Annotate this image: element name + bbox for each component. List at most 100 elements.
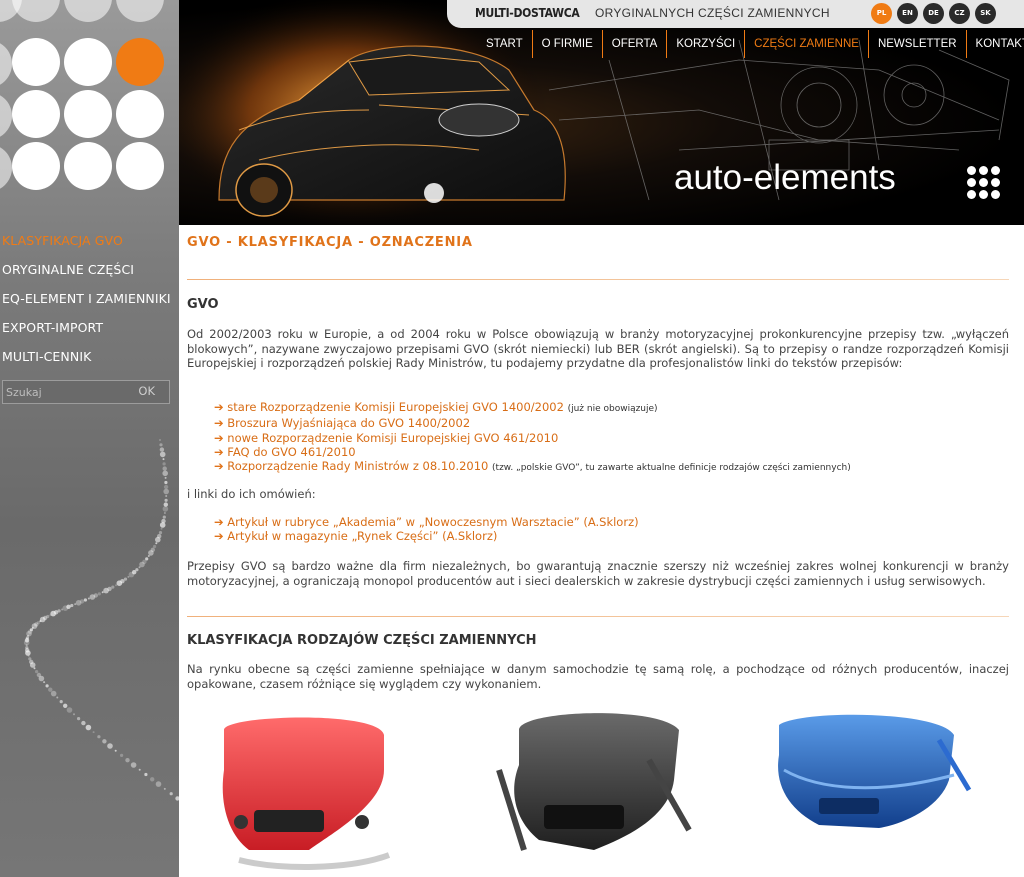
decor-dot: [162, 458, 165, 461]
decor-dot: [114, 749, 117, 752]
decor-dot: [150, 777, 155, 782]
lang-cz-button[interactable]: CZ: [949, 3, 970, 24]
decor-dot: [92, 731, 95, 734]
decor-dot: [162, 515, 166, 519]
decor-dot: [155, 781, 162, 787]
list-item: ➔ nowe Rozporządzenie Komisji Europejski…: [214, 430, 559, 445]
decor-dot: [25, 644, 28, 647]
decor-dot: [39, 620, 42, 623]
link-gvo-461-2010[interactable]: nowe Rozporządzenie Komisji Europejskiej…: [227, 431, 558, 445]
decor-dot: [87, 597, 90, 600]
brand-name: MULTI-DOSTAWCA: [475, 6, 580, 20]
menu-kontakt[interactable]: KONTAKT: [965, 30, 1024, 58]
decor-dot: [103, 587, 109, 594]
decor-dot: [56, 696, 59, 699]
decor-dot: [162, 506, 169, 512]
decor-dot: [48, 687, 53, 692]
brand-tagline: ORYGINALNYCH CZĘŚCI ZAMIENNYCH: [595, 6, 830, 20]
menu-start[interactable]: START: [477, 30, 532, 58]
list-item: ➔ FAQ do GVO 461/2010: [214, 444, 356, 459]
menu-korzysci[interactable]: KORZYŚCI: [666, 30, 744, 58]
link-rozporzadzenie-rady[interactable]: Rozporządzenie Rady Ministrów z 08.10.20…: [227, 459, 488, 473]
decor-dot: [164, 476, 167, 479]
decor-dot: [123, 577, 128, 581]
decor-dot: [50, 690, 57, 697]
decor-dot: [159, 522, 166, 528]
decor-dot: [120, 753, 124, 757]
decor-dot: [27, 654, 30, 657]
divider: [187, 279, 1009, 280]
decor-dot: [163, 787, 166, 790]
menu-o-firmie[interactable]: O FIRMIE: [531, 30, 602, 58]
decor-dot: [77, 717, 81, 721]
link-note: (tzw. „polskie GVO”, tu zawarte aktualne…: [492, 463, 851, 474]
decor-dot: [38, 675, 45, 682]
divider: [187, 616, 1009, 617]
decor-dot: [130, 762, 137, 768]
sidebar: KLASYFIKACJA GVO ORYGINALNE CZĘŚCI EQ-EL…: [0, 0, 179, 877]
decor-dot: [89, 594, 96, 600]
decor-dot: [162, 462, 166, 466]
decor-dot: [159, 451, 166, 458]
red-bumper-image: [222, 717, 391, 870]
sidebar-item-export-import[interactable]: EXPORT-IMPORT: [0, 313, 179, 342]
regulation-links: ➔ stare Rozporządzenie Komisji Europejsk…: [214, 400, 851, 475]
decor-dot: [147, 555, 150, 557]
decor-dot: [29, 662, 36, 668]
decor-dot: [101, 591, 104, 594]
decor-dot: [165, 495, 168, 497]
sidebar-item-eq-element[interactable]: EQ-ELEMENT I ZAMIENNIKI: [0, 284, 179, 313]
gvo-importance-paragraph: Przepisy GVO są bardzo ważne dla firm ni…: [187, 559, 1009, 588]
link-faq-gvo[interactable]: FAQ do GVO 461/2010: [227, 445, 355, 459]
link-gvo-1400-2002[interactable]: stare Rozporządzenie Komisji Europejskie…: [227, 400, 564, 414]
decor-dot: [97, 592, 101, 596]
gvo-intro-paragraph: Od 2002/2003 roku w Europie, a od 2004 r…: [187, 327, 1009, 370]
lang-pl-button[interactable]: PL: [871, 3, 892, 24]
decor-dot: [155, 542, 158, 545]
decor-dot: [61, 608, 64, 611]
link-broszura[interactable]: Broszura Wyjaśniająca do GVO 1400/2002: [227, 416, 470, 430]
decor-dot: [107, 743, 113, 749]
decor-dot: [160, 527, 163, 530]
sidebar-item-oryginalne-czesci[interactable]: ORYGINALNE CZĘŚCI: [0, 255, 179, 284]
sidebar-item-klasyfikacja-gvo[interactable]: KLASYFIKACJA GVO: [0, 226, 179, 255]
decor-dot: [163, 512, 166, 514]
article-links: ➔ Artykuł w rubryce „Akademia” w „Nowocz…: [214, 515, 639, 544]
carbon-bumper-image: [496, 713, 692, 851]
decor-dot: [159, 447, 165, 452]
blue-bumper-image: [778, 714, 972, 828]
decor-dot: [85, 724, 92, 731]
link-artykul-rynek-czesci[interactable]: Artykuł w magazynie „Rynek Części” (A.Sk…: [227, 529, 497, 543]
decor-dot: [138, 768, 141, 771]
decor-dot: [66, 707, 73, 713]
decor-dot: [153, 544, 157, 549]
decor-dot: [144, 772, 148, 777]
link-artykul-akademia[interactable]: Artykuł w rubryce „Akademia” w „Nowoczes…: [227, 515, 638, 529]
link-note: (już nie obowiązuje): [567, 404, 658, 414]
decor-dot: [162, 466, 167, 471]
menu-newsletter[interactable]: NEWSLETTER: [867, 30, 966, 58]
menu-czesci-zamienne[interactable]: CZĘŚCI ZAMIENNE: [744, 30, 868, 58]
sidebar-decoration: [23, 439, 179, 801]
decor-dot: [169, 792, 173, 796]
list-item: ➔ stare Rozporządzenie Komisji Europejsk…: [214, 400, 658, 414]
decor-dot: [75, 600, 82, 606]
decor-dot: [97, 735, 101, 739]
klasyfikacja-paragraph: Na rynku obecne są części zamienne spełn…: [187, 662, 1009, 691]
decor-dot: [159, 439, 161, 441]
decor-dot: [159, 443, 163, 447]
lang-sk-button[interactable]: SK: [975, 3, 996, 24]
search-ok-button[interactable]: OK: [138, 384, 155, 398]
sidebar-item-multi-cennik[interactable]: MULTI-CENNIK: [0, 342, 179, 371]
decor-dot: [81, 720, 86, 726]
lang-de-button[interactable]: DE: [923, 3, 944, 24]
links-intro: i linki do ich omówień:: [187, 487, 316, 501]
search-box: OK: [2, 380, 170, 404]
decor-dot: [164, 480, 168, 485]
menu-oferta[interactable]: OFERTA: [601, 30, 667, 58]
search-input[interactable]: [3, 381, 133, 403]
lang-en-button[interactable]: EN: [897, 3, 918, 24]
decor-dot: [158, 531, 163, 535]
decor-dot: [33, 667, 36, 670]
decorative-dots: [0, 0, 179, 225]
